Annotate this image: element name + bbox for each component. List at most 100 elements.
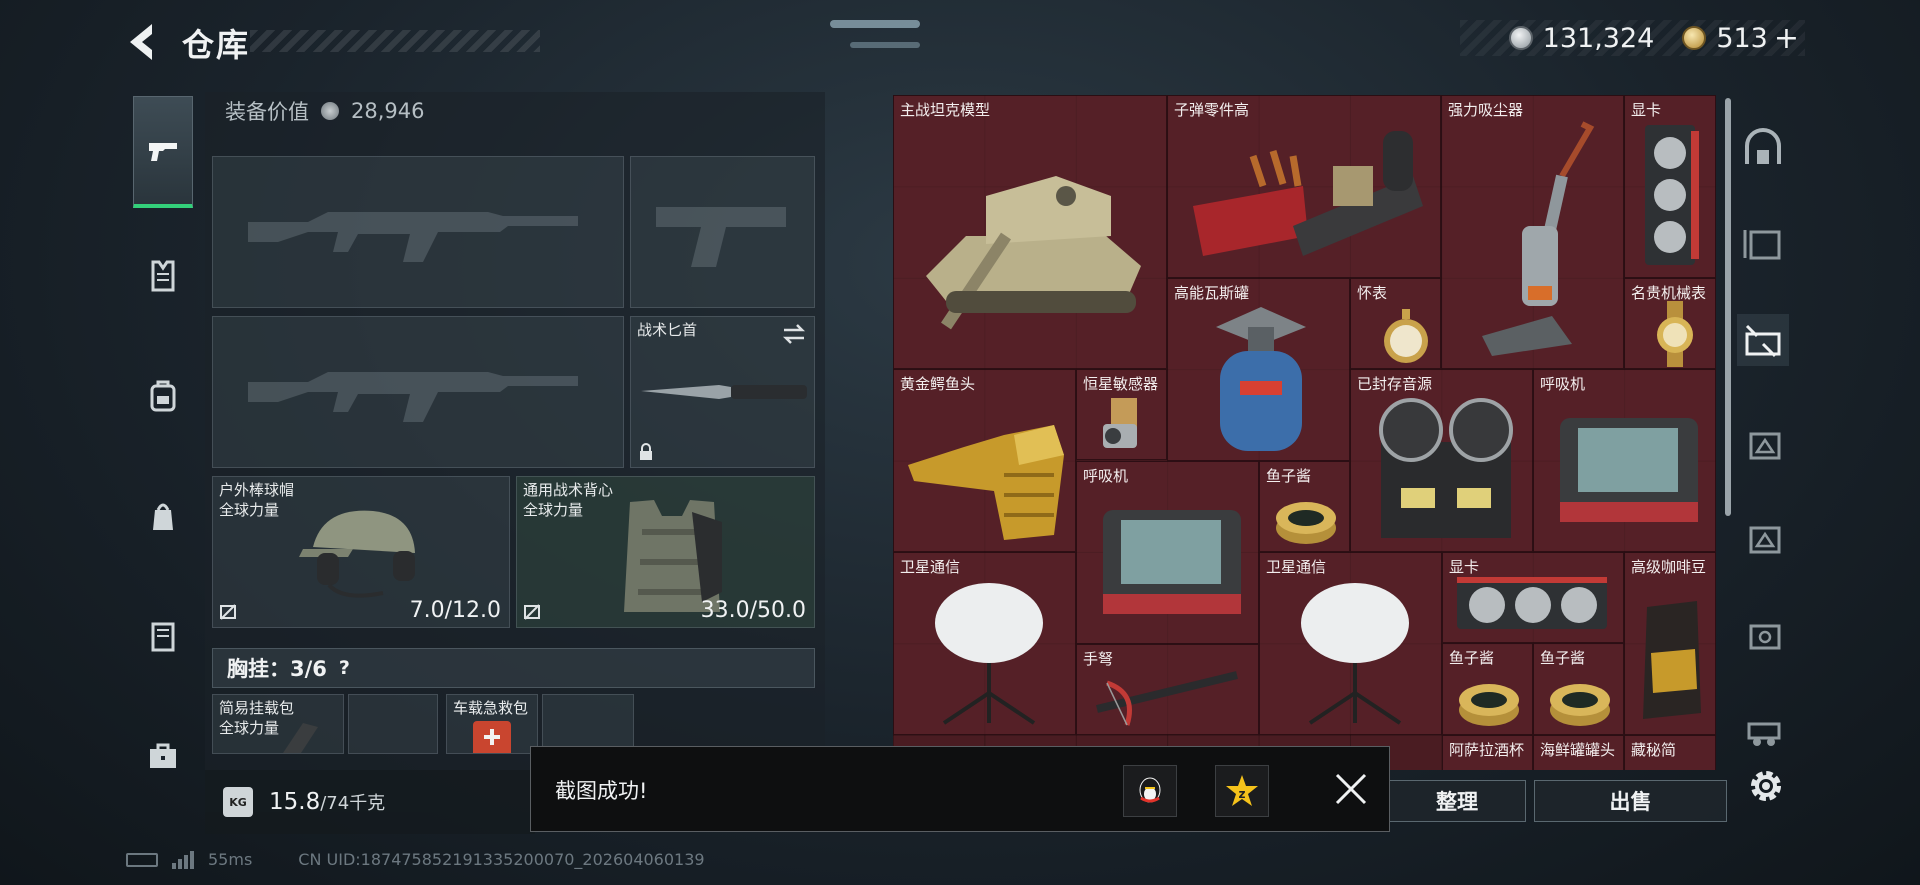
add-currency-button[interactable]: + (1774, 21, 1799, 56)
stash-item[interactable]: 鱼子酱 (1442, 643, 1533, 735)
stash-item[interactable]: 名贵机械表 (1624, 278, 1716, 369)
chest-rig-header[interactable]: 胸挂：3/6 ? (212, 648, 815, 688)
back-arrow-icon (130, 24, 152, 60)
share-qzone-button[interactable]: z (1215, 765, 1269, 817)
penguin-icon (1139, 777, 1161, 803)
item-name: 卫星通信 (900, 558, 961, 576)
vehicle-icon (1747, 722, 1781, 746)
item-name: 恒星敏感器 (1083, 375, 1159, 393)
stash-item[interactable]: 显卡 (1624, 95, 1716, 278)
pocket-watch-art (1384, 309, 1428, 363)
item-name: 高级咖啡豆 (1631, 558, 1707, 576)
rig-slot-3[interactable]: 车载急救包 (446, 694, 538, 754)
item-name: 鱼子酱 (1449, 649, 1495, 667)
stash-item[interactable]: 卫星通信 (893, 552, 1076, 735)
rig-slot-4[interactable] (542, 694, 634, 754)
stash-item[interactable]: 卫星通信 (1259, 552, 1442, 735)
weight-max: /74千克 (320, 793, 386, 814)
primary-weapon-slot[interactable] (212, 156, 624, 308)
share-qq-button[interactable] (1123, 765, 1177, 817)
rig-slot-1[interactable]: 简易挂载包 全球力量 (212, 694, 344, 754)
back-button[interactable] (124, 20, 164, 64)
settings-button[interactable] (1744, 764, 1788, 808)
pistol-slot[interactable] (630, 156, 815, 308)
stash-item[interactable]: 主战坦克模型 (893, 95, 1167, 369)
helmet-faction: 全球力量 (219, 501, 280, 519)
tab-chest-rig[interactable] (133, 246, 193, 306)
tab-backpack[interactable] (133, 366, 193, 426)
secondary-weapon-slot[interactable] (212, 316, 624, 468)
filter-tab-5[interactable] (1737, 704, 1789, 756)
filter-tab-2[interactable] (1737, 418, 1789, 470)
stash-item[interactable]: 子弹零件高 (1167, 95, 1441, 278)
chest-rig-label: 胸挂：3/6 (227, 657, 327, 681)
gold-amount: 513 (1716, 22, 1768, 54)
storage-icon (1745, 128, 1781, 164)
briefcase-icon (150, 743, 176, 768)
item-name: 显卡 (1449, 558, 1480, 576)
sell-button[interactable]: 出售 (1534, 780, 1727, 822)
helmet-name: 户外棒球帽 (219, 481, 295, 499)
stash-item[interactable]: 鱼子酱 (1533, 643, 1624, 735)
stash-grid[interactable]: 主战坦克模型 子弹零件高 强力吸尘器 显卡 高能瓦斯罐 怀表 名贵机械表 黄金鳄… (893, 95, 1716, 770)
stash-item[interactable]: 藏秘简 (1624, 735, 1716, 770)
armor-slot[interactable]: 通用战术背心 全球力量 33.0/50.0 (516, 476, 815, 628)
no-insure-icon (524, 604, 540, 620)
close-button[interactable] (1329, 767, 1373, 811)
filter-tab-4[interactable] (1737, 608, 1789, 660)
stash-item[interactable]: 恒星敏感器 (1076, 369, 1167, 460)
silver-coin-icon (1508, 26, 1533, 50)
stash-item[interactable]: 高能瓦斯罐 (1167, 278, 1350, 461)
caviar-tin-art (1550, 684, 1610, 726)
sort-button[interactable]: 整理 (1388, 780, 1526, 822)
satellite-dish-art (935, 583, 1043, 725)
caviar-tin-art (1459, 684, 1519, 726)
stash-item[interactable]: 海鲜罐罐头 (1533, 735, 1624, 770)
caviar-tin-art (1276, 502, 1336, 544)
battery-icon (126, 852, 158, 867)
tab-bag[interactable] (133, 486, 193, 546)
satellite-dish-art (1301, 583, 1409, 725)
item-name: 手弩 (1083, 650, 1114, 668)
stash-item[interactable]: 黄金鳄鱼头 (893, 369, 1076, 552)
helmet-slot[interactable]: 户外棒球帽 全球力量 7.0/12.0 (212, 476, 510, 628)
item-name: 黄金鳄鱼头 (900, 375, 976, 393)
rig-item-name: 车载急救包 (453, 699, 529, 717)
filter-tab-1[interactable] (1737, 218, 1789, 270)
stash-item[interactable]: 阿萨拉酒杯 (1442, 735, 1533, 770)
stash-item[interactable]: 已封存音源 (1350, 369, 1533, 552)
stash-item[interactable]: 高级咖啡豆 (1624, 552, 1716, 735)
tab-case[interactable] (133, 726, 193, 786)
stash-item[interactable]: 手弩 (1076, 644, 1259, 735)
stash-item[interactable]: 显卡 (1442, 552, 1624, 643)
help-icon[interactable]: ? (339, 657, 350, 679)
item-name: 主战坦克模型 (900, 101, 991, 119)
filter-tab-storage[interactable] (1737, 122, 1789, 174)
stash-item[interactable]: 怀表 (1350, 278, 1441, 369)
ping-text: 55ms (208, 850, 253, 869)
stash-item[interactable]: 呼吸机 (1076, 461, 1259, 644)
rig-slot-2[interactable] (348, 694, 438, 754)
item-name: 呼吸机 (1540, 375, 1586, 393)
ceiling-light (850, 42, 920, 48)
knife-art (641, 385, 807, 399)
stash-item[interactable]: 强力吸尘器 (1441, 95, 1624, 369)
stash-scrollbar[interactable] (1725, 98, 1731, 516)
equip-value-amount: 28,946 (351, 99, 425, 123)
gear-icon (1751, 771, 1781, 801)
ceiling-light (830, 20, 920, 28)
page-title: 仓库 (182, 26, 251, 64)
tab-weapons[interactable] (133, 96, 193, 208)
cap-headset-art (299, 510, 415, 598)
knife-slot[interactable]: 战术匕首 (630, 316, 815, 468)
crate-icon (1743, 230, 1781, 260)
item-name: 名贵机械表 (1631, 284, 1707, 302)
filter-tab-3[interactable] (1737, 512, 1789, 564)
tab-safebox[interactable] (133, 606, 193, 666)
weight-current: 15.8 (269, 789, 321, 815)
ammo-parts-art (1193, 131, 1423, 256)
filter-tab-selected[interactable] (1737, 314, 1789, 366)
stash-item[interactable]: 呼吸机 (1533, 369, 1716, 552)
pistol-icon (149, 142, 177, 161)
stash-item[interactable]: 鱼子酱 (1259, 461, 1350, 552)
